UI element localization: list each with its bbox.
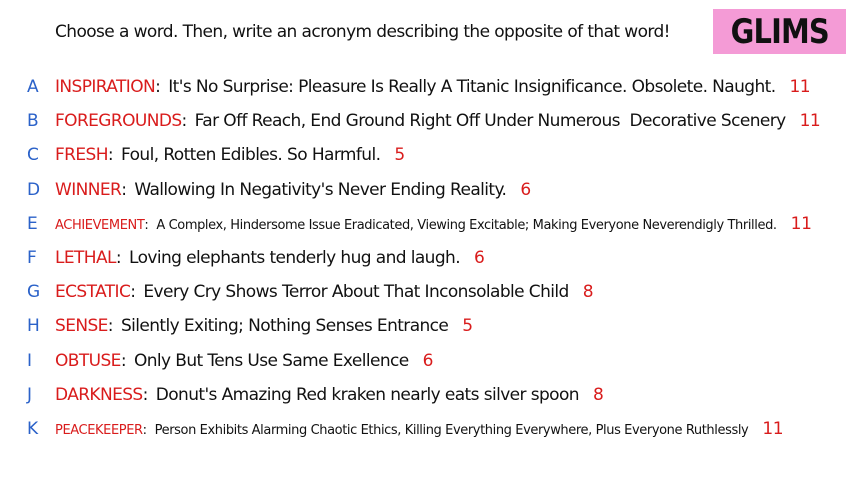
row-acronym: Loving elephants tenderly hug and laugh. <box>129 248 461 269</box>
row-letter: H <box>27 316 40 337</box>
row-word: FRESH <box>55 145 109 166</box>
row-count: 5 <box>394 145 405 166</box>
row-content: ECSTATIC: Every Cry Shows Terror About Th… <box>55 282 594 303</box>
row-colon: : <box>115 248 122 269</box>
row-colon: : <box>121 179 127 200</box>
row-count: 6 <box>422 350 434 371</box>
row-colon: : <box>130 282 136 303</box>
row-content: DARKNESS: Donut's Amazing Red kraken near… <box>55 384 604 405</box>
list-item: F LETHAL: Loving elephants tenderly hug a… <box>0 241 853 275</box>
row-content: OBTUSE: Only But Tens Use Same Exellence 6 <box>55 351 433 371</box>
row-word: SENSE <box>55 316 108 337</box>
row-acronym: It's No Surprise: Pleasure Is Really A T… <box>168 77 776 98</box>
row-word: INSPIRATION <box>55 77 156 98</box>
row-content: FRESH: Foul, Rotten Edibles. So Harmful. 5 <box>55 145 405 165</box>
row-acronym: Every Cry Shows Terror About That Incons… <box>143 282 569 303</box>
row-content: PEACEKEEPER: Person Exhibits Alarming Cha… <box>55 418 784 439</box>
row-colon: : <box>120 350 127 371</box>
row-colon: : <box>142 384 149 405</box>
row-count: 6 <box>520 179 531 200</box>
row-letter: D <box>27 179 40 200</box>
row-word: OBTUSE <box>55 350 121 371</box>
row-letter: F <box>27 248 37 269</box>
row-letter: E <box>27 213 38 234</box>
list-item: E ACHIEVEMENT: A Complex, Hindersome Issu… <box>0 207 853 241</box>
row-letter: J <box>27 384 32 405</box>
row-colon: : <box>142 422 147 438</box>
row-colon: : <box>107 145 114 166</box>
row-content: FOREGROUNDS: Far Off Reach, End Ground Ri… <box>55 111 821 132</box>
row-acronym: Wallowing In Negativity's Never Ending R… <box>134 179 507 200</box>
row-word: DARKNESS <box>55 384 143 405</box>
row-letter: G <box>27 282 40 303</box>
row-acronym: Far Off Reach, End Ground Right Off Unde… <box>194 111 787 132</box>
row-letter: A <box>27 77 39 98</box>
row-word: PEACEKEEPER <box>55 422 143 438</box>
row-content: ACHIEVEMENT: A Complex, Hindersome Issue … <box>55 214 812 234</box>
row-letter: C <box>27 145 39 166</box>
list-item: D WINNER: Wallowing In Negativity's Never… <box>0 173 853 207</box>
row-count: 5 <box>462 316 473 337</box>
row-count: 11 <box>762 418 784 439</box>
row-content: SENSE: Silently Exiting; Nothing Senses E… <box>55 316 473 336</box>
row-word: FOREGROUNDS <box>55 111 182 132</box>
glims-logo: GLIMS <box>713 9 846 54</box>
row-acronym: Donut's Amazing Red kraken nearly eats s… <box>155 384 580 405</box>
logo-text: GLIMS <box>730 11 829 52</box>
list-item: B FOREGROUNDS: Far Off Reach, End Ground … <box>0 104 853 138</box>
list-item: J DARKNESS: Donut's Amazing Red kraken ne… <box>0 378 853 412</box>
row-acronym: Silently Exiting; Nothing Senses Entranc… <box>120 316 449 337</box>
row-colon: : <box>144 217 149 233</box>
row-content: INSPIRATION: It's No Surprise: Pleasure I… <box>55 77 811 98</box>
row-content: LETHAL: Loving elephants tenderly hug and… <box>55 248 485 269</box>
row-acronym: Only But Tens Use Same Exellence <box>133 350 409 371</box>
row-letter: I <box>27 350 32 371</box>
list-item: G ECSTATIC: Every Cry Shows Terror About … <box>0 275 853 309</box>
list-item: C FRESH: Foul, Rotten Edibles. So Harmful… <box>0 138 853 172</box>
row-word: LETHAL <box>55 248 116 269</box>
row-colon: : <box>155 77 161 98</box>
list-item: H SENSE: Silently Exiting; Nothing Senses… <box>0 309 853 343</box>
row-count: 8 <box>592 384 604 405</box>
row-acronym: Person Exhibits Alarming Chaotic Ethics,… <box>154 422 749 438</box>
row-colon: : <box>107 316 114 337</box>
row-colon: : <box>181 111 188 132</box>
row-acronym: A Complex, Hindersome Issue Eradicated, … <box>156 217 777 233</box>
row-count: 11 <box>799 111 821 132</box>
row-word: ECSTATIC <box>55 282 131 303</box>
row-count: 11 <box>790 213 812 234</box>
row-count: 11 <box>789 77 811 98</box>
row-letter: K <box>27 418 38 439</box>
acronym-list: A INSPIRATION: It's No Surprise: Pleasure… <box>0 70 853 446</box>
row-count: 8 <box>582 282 594 303</box>
row-content: WINNER: Wallowing In Negativity's Never E… <box>55 180 531 200</box>
list-item: I OBTUSE: Only But Tens Use Same Exellenc… <box>0 344 853 378</box>
row-count: 6 <box>474 248 485 269</box>
row-acronym: Foul, Rotten Edibles. So Harmful. <box>121 145 381 166</box>
prompt-text: Choose a word. Then, write an acronym de… <box>55 22 670 42</box>
row-word: WINNER <box>55 179 122 200</box>
list-item: K PEACEKEEPER: Person Exhibits Alarming C… <box>0 412 853 446</box>
row-word: ACHIEVEMENT <box>55 217 145 233</box>
list-item: A INSPIRATION: It's No Surprise: Pleasure… <box>0 70 853 104</box>
row-letter: B <box>27 111 39 132</box>
